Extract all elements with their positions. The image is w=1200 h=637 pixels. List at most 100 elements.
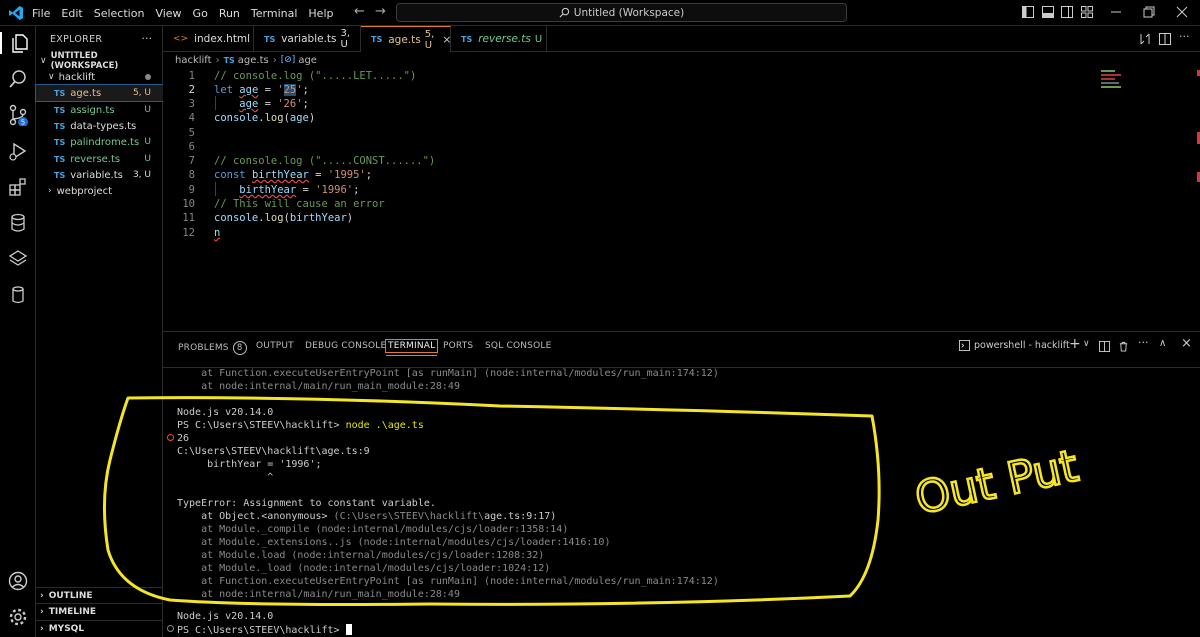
layers-icon[interactable] (7, 248, 29, 270)
editor-tab-bar: <> index.html TS variable.ts 3, U TS age… (163, 26, 1200, 52)
back-arrow-icon[interactable]: ← (354, 4, 365, 19)
run-debug-icon[interactable] (7, 140, 29, 162)
toggle-sidebar-icon[interactable] (1022, 6, 1034, 18)
folder-hacklift[interactable]: ∨ hacklift (36, 69, 163, 85)
menu-view[interactable]: View (155, 7, 181, 20)
line-number: 5 (188, 127, 195, 139)
command-center[interactable]: Untitled (Workspace) (396, 3, 847, 22)
typescript-icon: TS (54, 154, 66, 164)
terminal-line: at node:internal/main/run_main_module:28… (177, 589, 460, 600)
tab-output[interactable]: OUTPUT (256, 341, 294, 351)
minimap-line (1101, 82, 1119, 84)
menu-edit[interactable]: Edit (61, 7, 82, 20)
chevron-right-icon: › (40, 623, 44, 634)
file-reverse-ts[interactable]: TS reverse.ts U (36, 151, 163, 167)
line-number: 8 (188, 169, 195, 181)
typescript-icon: TS (264, 34, 276, 44)
restore-icon[interactable] (1143, 6, 1155, 18)
more-actions-icon[interactable]: ··· (142, 32, 153, 45)
file-palindrome-ts[interactable]: TS palindrome.ts U (36, 134, 163, 150)
split-terminal-icon[interactable] (1099, 341, 1110, 352)
command-center-label: Untitled (Workspace) (573, 6, 685, 19)
folder-webproject[interactable]: › webproject (36, 183, 163, 199)
code-line: // console.log (".....CONST......") (214, 155, 436, 167)
tab-index-html[interactable]: <> index.html (163, 26, 254, 52)
customize-layout-icon[interactable] (1081, 6, 1093, 18)
minimap-line (1101, 74, 1121, 76)
breadcrumb-file[interactable]: age.ts (238, 55, 269, 66)
chevron-down-icon[interactable]: ∨ (1083, 339, 1090, 349)
terminal-line: at Module._extensions..js (node:internal… (177, 537, 611, 548)
file-variable-ts[interactable]: TS variable.ts 3, U (36, 167, 163, 183)
editor-more-icon[interactable]: ··· (1179, 30, 1190, 43)
search-activity-icon[interactable] (7, 68, 29, 90)
tab-sql-console[interactable]: SQL CONSOLE (485, 341, 551, 351)
code-editor[interactable]: 1 2 3 4 5 6 7 8 9 10 11 12 // console.lo… (163, 68, 1200, 330)
close-window-icon[interactable] (1176, 6, 1188, 18)
sql-database-icon[interactable] (7, 284, 29, 306)
workspace-header[interactable]: ∨ UNTITLED (WORKSPACE) (36, 51, 163, 71)
terminal-line: 26 (177, 433, 190, 444)
compare-changes-icon[interactable] (1139, 33, 1151, 45)
menu-terminal[interactable]: Terminal (251, 7, 298, 20)
search-icon (559, 7, 569, 18)
terminal-line: ^ (177, 472, 274, 483)
menu-file[interactable]: File (32, 7, 50, 20)
terminal-icon (959, 340, 970, 351)
toggle-panel-icon[interactable] (1042, 6, 1054, 18)
breadcrumb-symbol[interactable]: age (298, 55, 317, 66)
panel-tab-bar: PROBLEMS 8 OUTPUT DEBUG CONSOLE TERMINAL … (163, 332, 1200, 366)
tab-ports[interactable]: PORTS (443, 341, 473, 351)
menu-run[interactable]: Run (219, 7, 240, 20)
file-assign-ts[interactable]: TS assign.ts U (36, 102, 163, 118)
menu-help[interactable]: Help (308, 7, 333, 20)
line-number: 3 (188, 98, 195, 110)
maximize-panel-icon[interactable]: ∧ (1159, 338, 1166, 349)
toggle-secondary-sidebar-icon[interactable] (1061, 6, 1073, 18)
terminal-line: at Object.<anonymous> (C:\Users\STEEV\ha… (177, 511, 557, 522)
close-panel-icon[interactable]: × (1181, 336, 1192, 351)
terminal-output[interactable]: at Function.executeUserEntryPoint [as ru… (163, 367, 1200, 637)
activity-bar: 5 (0, 26, 36, 637)
code-line: age = '26'; (239, 98, 309, 110)
terminal-selector[interactable]: powershell - hacklift (959, 340, 1070, 351)
tab-problems[interactable]: PROBLEMS 8 (178, 341, 247, 355)
minimize-icon[interactable] (1110, 6, 1122, 18)
outline-section[interactable]: › OUTLINE (36, 587, 163, 603)
terminal-prompt-line: PS C:\Users\STEEV\hacklift> node .\age.t… (177, 420, 424, 431)
database-icon[interactable] (7, 212, 29, 234)
breadcrumb-folder[interactable]: hacklift (175, 55, 212, 66)
tab-age-ts[interactable]: TS age.ts 5, U × (361, 26, 451, 52)
terminal-line: at node:internal/main/run_main_module:28… (177, 381, 460, 392)
svg-text:5: 5 (21, 119, 25, 127)
extensions-icon[interactable] (7, 176, 29, 198)
tab-variable-ts[interactable]: TS variable.ts 3, U (254, 26, 361, 52)
terminal-prompt-line: PS C:\Users\STEEV\hacklift> (177, 624, 352, 636)
menu-bar: File Edit Selection View Go Run Terminal… (32, 0, 344, 26)
mysql-section[interactable]: › MYSQL (36, 620, 163, 636)
tab-reverse-ts[interactable]: TS reverse.ts U (451, 26, 547, 52)
timeline-section[interactable]: › TIMELINE (36, 603, 163, 619)
problems-count-badge: 8 (232, 341, 247, 355)
panel-more-icon[interactable]: ··· (1138, 336, 1149, 349)
terminal-line: TypeError: Assignment to constant variab… (177, 498, 436, 509)
trash-icon[interactable] (1118, 341, 1129, 352)
file-age-ts[interactable]: TS age.ts 5, U (35, 84, 164, 102)
source-control-icon[interactable]: 5 (7, 104, 29, 126)
terminal-line: Node.js v20.14.0 (177, 407, 274, 418)
new-terminal-icon[interactable]: + (1069, 336, 1081, 352)
account-icon[interactable] (7, 570, 29, 592)
tab-terminal[interactable]: TERMINAL (385, 339, 439, 356)
tab-debug-console[interactable]: DEBUG CONSOLE (305, 341, 386, 351)
code-line: console.log(birthYear) (214, 212, 354, 224)
code-line: // This will cause an error (214, 198, 385, 210)
terminal-line: at Module._load (node:internal/modules/c… (177, 563, 551, 574)
split-editor-icon[interactable] (1159, 33, 1171, 45)
forward-arrow-icon[interactable]: → (375, 4, 386, 19)
line-number: 1 (188, 70, 195, 82)
explorer-activity[interactable] (0, 32, 36, 54)
gear-icon[interactable] (7, 606, 29, 628)
file-data-types-ts[interactable]: TS data-types.ts (36, 118, 163, 134)
menu-selection[interactable]: Selection (94, 7, 145, 20)
menu-go[interactable]: Go (193, 7, 208, 20)
